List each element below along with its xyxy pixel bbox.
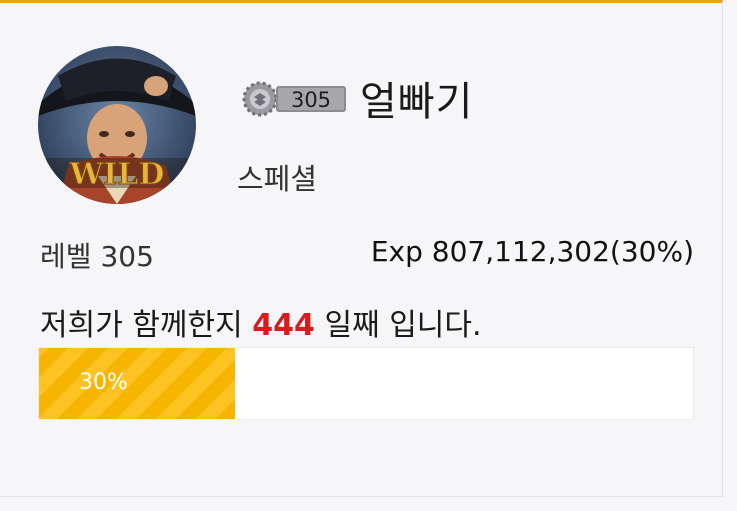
- avatar[interactable]: WILD: [38, 46, 196, 204]
- level-text: 레벨 305: [40, 235, 154, 275]
- exp-text: Exp 807,112,302(30%): [370, 235, 694, 268]
- profile-card: WILD 305 얼빠기 스페셜 레벨 305 Exp 807,112,302(…: [0, 0, 723, 497]
- membership-days-text: 저희가 함께한지 444 일째 입니다.: [40, 300, 482, 344]
- badge-level-text: 305: [291, 88, 331, 112]
- level-badge-icon: 305: [240, 81, 348, 117]
- days-prefix: 저희가 함께한지: [40, 308, 243, 343]
- exp-progress-bar: 30%: [38, 347, 694, 420]
- nickname: 얼빠기: [360, 79, 474, 125]
- member-grade: 스페셜: [237, 162, 318, 196]
- days-count: 444: [252, 308, 315, 343]
- level-label: 레벨: [40, 240, 92, 273]
- days-suffix: 일째 입니다.: [324, 308, 482, 343]
- level-value: 305: [100, 240, 154, 273]
- exp-progress-label: 30%: [79, 370, 128, 395]
- exp-progress-fill: [39, 348, 236, 419]
- avatar-wild-text: WILD: [69, 157, 165, 192]
